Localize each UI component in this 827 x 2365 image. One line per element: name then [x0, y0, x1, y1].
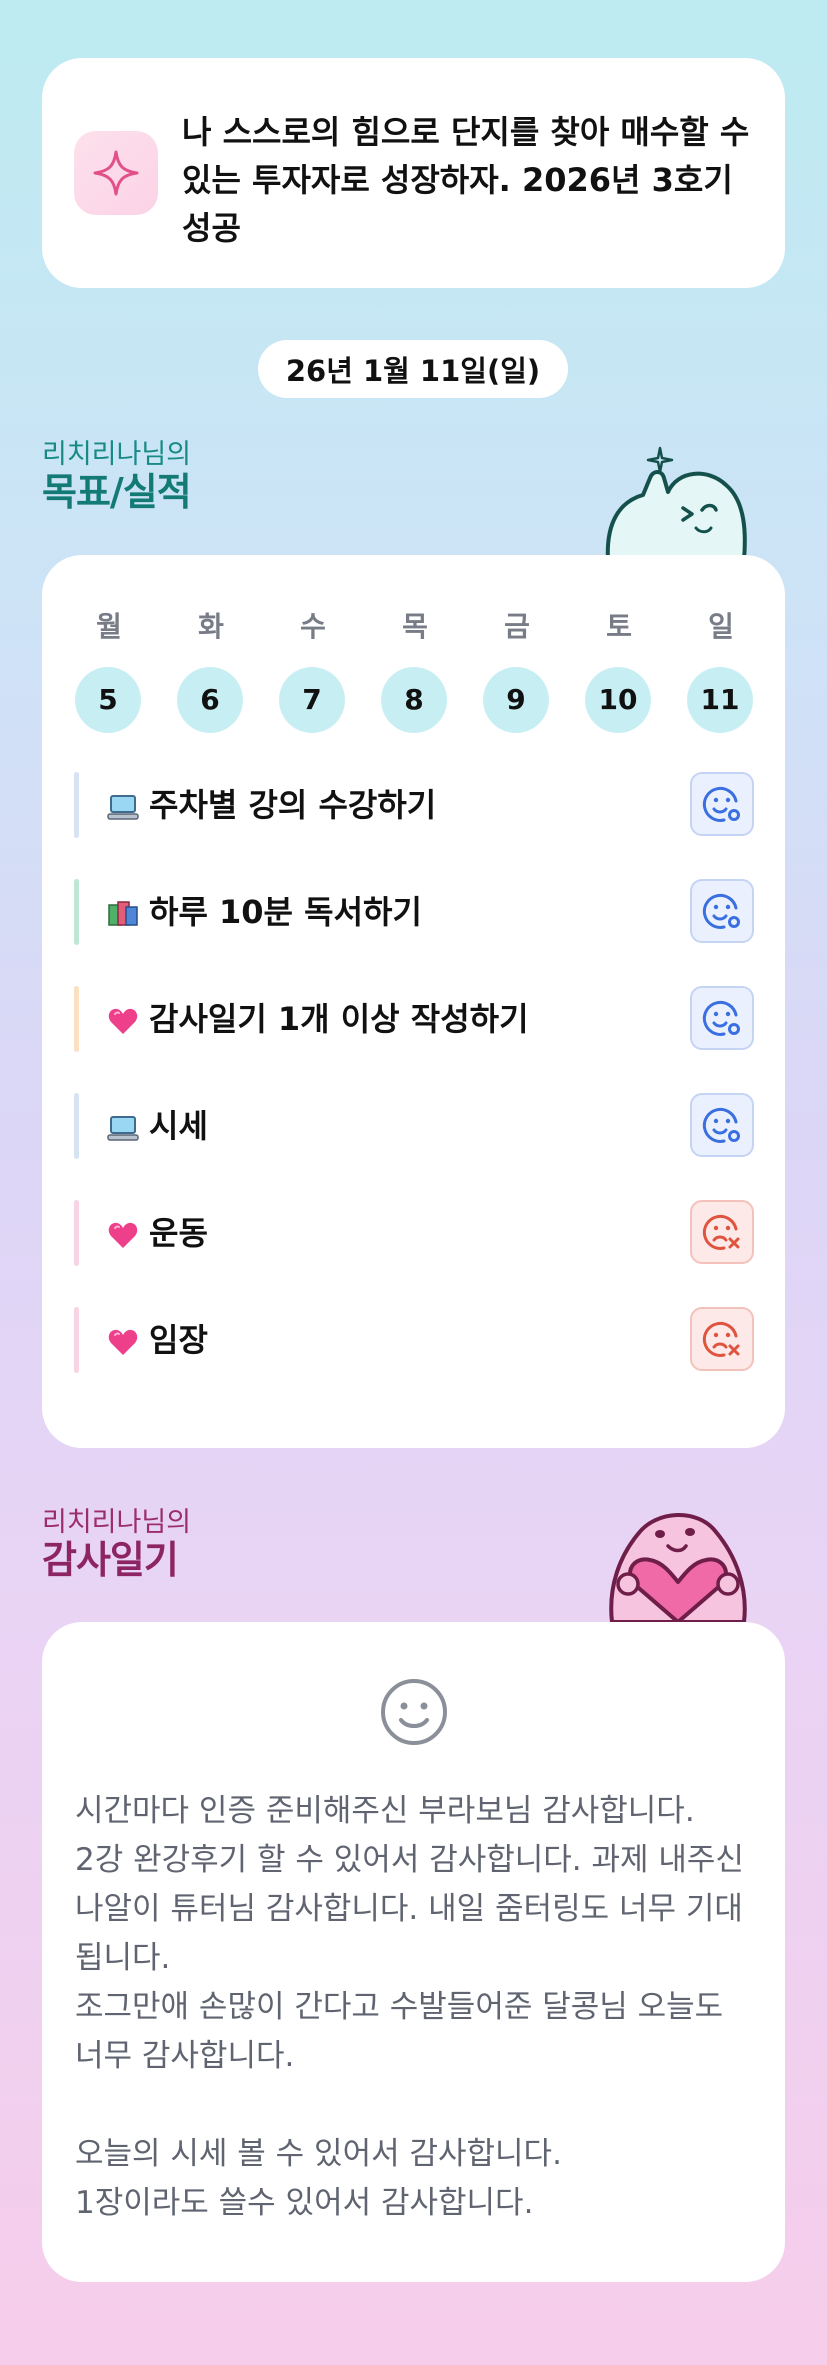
day-label: 수 — [300, 610, 326, 643]
task-row: 주차별 강의 수강하기 — [74, 772, 754, 838]
day-label: 화 — [198, 610, 224, 643]
heart-icon — [106, 1325, 140, 1359]
task-color-bar — [74, 1307, 79, 1373]
gratitude-section-header: 리치리나님의 감사일기 — [42, 1507, 192, 1583]
task-row: 운동 — [74, 1200, 754, 1266]
task-label: 운동 — [149, 1214, 208, 1252]
task-row: 감사일기 1개 이상 작성하기 — [74, 986, 754, 1052]
gratitude-text: 시간마다 인증 준비해주신 부라보님 감사합니다. 2강 완강후기 할 수 있어… — [75, 1793, 744, 2221]
day-number: 6 — [177, 667, 243, 733]
day-label: 목 — [402, 610, 428, 643]
day-label: 월 — [96, 610, 122, 643]
day-number: 7 — [279, 667, 345, 733]
goals-section-owner: 리치리나님의 — [42, 439, 192, 470]
day-label: 금 — [504, 610, 530, 643]
task-row: 임장 — [74, 1307, 754, 1373]
day-thu[interactable]: 목 8 — [381, 607, 449, 733]
task-status-done-icon[interactable] — [690, 986, 754, 1050]
day-number: 5 — [75, 667, 141, 733]
day-sun[interactable]: 일 11 — [687, 607, 755, 733]
smile-icon — [381, 1679, 447, 1745]
task-label: 임장 — [149, 1321, 208, 1359]
task-status-done-icon[interactable] — [690, 879, 754, 943]
task-row: 하루 10분 독서하기 — [74, 879, 754, 945]
sparkle-icon — [74, 131, 158, 215]
task-status-failed-icon[interactable] — [690, 1200, 754, 1264]
day-number: 9 — [483, 667, 549, 733]
gratitude-card: 시간마다 인증 준비해주신 부라보님 감사합니다. 2강 완강후기 할 수 있어… — [42, 1622, 785, 2282]
gratitude-section-title: 감사일기 — [42, 1538, 179, 1582]
day-sat[interactable]: 토 10 — [585, 607, 653, 733]
task-color-bar — [74, 986, 79, 1052]
goal-text: 나 스스로의 힘으로 단지를 찾아 매수할 수 있는 투자자로 성장하자. 20… — [182, 113, 750, 247]
task-color-bar — [74, 1093, 79, 1159]
ghost-mascot-icon — [605, 446, 747, 560]
gratitude-section-owner: 리치리나님의 — [42, 1507, 192, 1538]
task-status-failed-icon[interactable] — [690, 1307, 754, 1371]
task-color-bar — [74, 1200, 79, 1266]
heart-icon — [106, 1218, 140, 1252]
day-tue[interactable]: 화 6 — [177, 607, 245, 733]
day-mon[interactable]: 월 5 — [75, 607, 143, 733]
books-icon — [106, 897, 140, 931]
task-color-bar — [74, 772, 79, 838]
goals-section-title: 목표/실적 — [42, 470, 192, 514]
day-number: 10 — [585, 667, 651, 733]
task-label: 하루 10분 독서하기 — [149, 893, 422, 931]
day-fri[interactable]: 금 9 — [483, 607, 551, 733]
task-label: 감사일기 1개 이상 작성하기 — [149, 1000, 529, 1038]
day-number: 11 — [687, 667, 753, 733]
date-selector[interactable]: 26년 1월 11일(일) — [258, 340, 568, 398]
heart-mascot-icon — [609, 1513, 747, 1622]
day-label: 토 — [606, 610, 632, 643]
goal-card: 나 스스로의 힘으로 단지를 찾아 매수할 수 있는 투자자로 성장하자. 20… — [42, 58, 785, 288]
goals-section-header: 리치리나님의 목표/실적 — [42, 439, 192, 515]
task-status-done-icon[interactable] — [690, 1093, 754, 1157]
day-wed[interactable]: 수 7 — [279, 607, 347, 733]
day-number: 8 — [381, 667, 447, 733]
task-label: 시세 — [149, 1107, 208, 1145]
task-row: 시세 — [74, 1093, 754, 1159]
task-status-done-icon[interactable] — [690, 772, 754, 836]
task-label: 주차별 강의 수강하기 — [149, 786, 437, 824]
laptop-icon — [106, 1111, 140, 1145]
day-label: 일 — [708, 610, 734, 643]
laptop-icon — [106, 790, 140, 824]
task-color-bar — [74, 879, 79, 945]
goals-card: 월 5 화 6 수 7 목 8 금 9 토 10 일 11 주차별 강의 수강하… — [42, 555, 785, 1448]
heart-icon — [106, 1004, 140, 1038]
